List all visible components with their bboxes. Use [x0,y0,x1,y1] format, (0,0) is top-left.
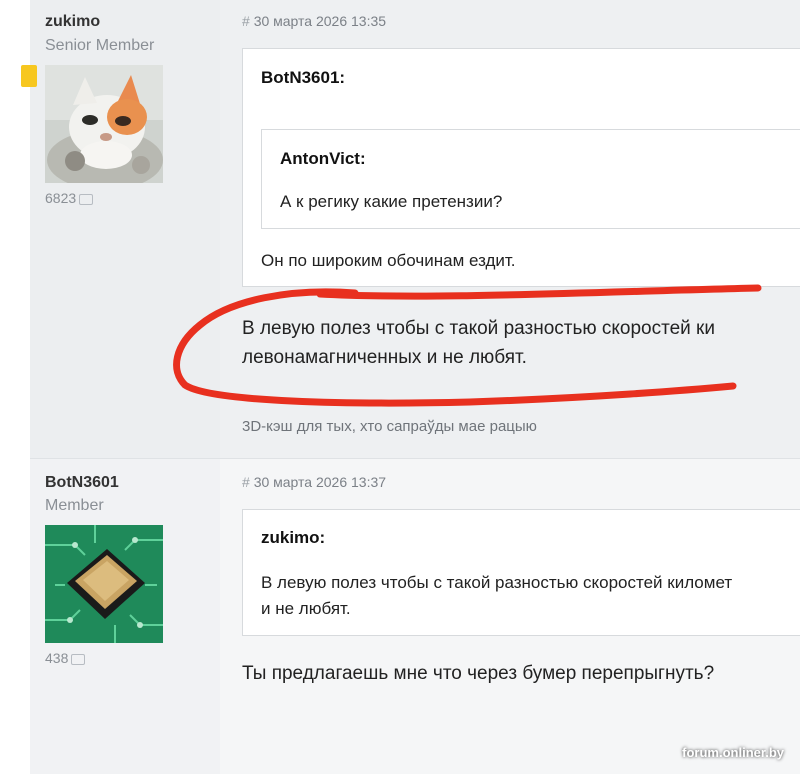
post-body-line-2: левонамагниченных и не любят. [242,347,527,368]
post-body: Ты предлагаешь мне что через бумер переп… [242,663,715,684]
quote-author: BotN3601: [261,68,346,87]
page-left-margin [0,0,30,773]
post-body-line-1: В левую полез чтобы с такой разностью ск… [242,318,715,339]
post-author-column: BotN3601 Member 438 [30,459,220,774]
post-author-column: zukimo Senior Member 6823 [30,0,220,458]
site-watermark: forum.onliner.by [682,745,784,760]
author-username[interactable]: BotN3601 [45,474,119,492]
author-avatar[interactable] [45,65,163,183]
author-rank: Senior Member [45,37,155,54]
bookmark-tag-icon [21,65,37,87]
quote-block: BotN3601: AntonVict: А к регику какие пр… [242,48,800,287]
cpu-chip-avatar-image [45,525,163,643]
quote-text: Он по широким обочинам ездит. [261,251,516,270]
author-post-count[interactable]: 438 [45,650,86,666]
post-date[interactable]: # 30 марта 2026 13:35 [242,13,386,29]
cat-avatar-image [45,65,163,183]
post-date[interactable]: # 30 марта 2026 13:37 [242,474,386,490]
author-avatar[interactable] [45,525,163,643]
quote-block: zukimo: В левую полез чтобы с такой разн… [242,509,800,636]
author-rank: Member [45,497,104,514]
nested-quote-text: А к регику какие претензии? [280,192,503,211]
quote-text-line-2: и не любят. [261,599,351,618]
post-signature: 3D-кэш для тых, хто сапраўды мае рацыю [242,418,537,435]
quote-text-line-1: В левую полез чтобы с такой разностью ск… [261,573,733,592]
nested-quote-author: AntonVict: [280,149,366,168]
forum-post-1: zukimo Senior Member 6823 # 30 марта 202… [30,0,800,458]
quote-author: zukimo: [261,528,326,547]
message-icon [79,193,94,205]
author-post-count[interactable]: 6823 [45,190,94,206]
author-username[interactable]: zukimo [45,13,100,31]
message-icon [71,653,86,665]
nested-quote-block: AntonVict: А к регику какие претензии? [261,129,800,229]
forum-post-2: BotN3601 Member 438 # 30 марта 2026 13:3… [30,458,800,774]
